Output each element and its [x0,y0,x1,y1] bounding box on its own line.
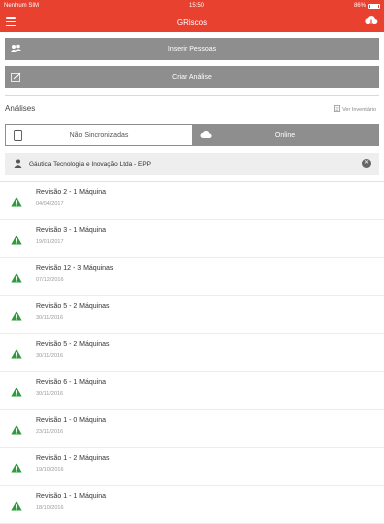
sync-filter-segmented: Não Sincronizadas Online [5,124,379,146]
analysis-title: Revisão 2 - 1 Máquina [36,189,107,196]
inventory-label: Ver Inventário [342,106,376,113]
cloud-sync-icon[interactable] [364,15,378,29]
clock-label: 15:50 [188,3,204,9]
section-title: Análises [5,104,36,113]
warning-icon [11,308,22,326]
warning-icon [11,460,22,478]
list-item[interactable]: Revisão 12 - 3 Máquinas 07/12/2016 [0,258,384,296]
tablet-icon [14,130,22,143]
analysis-title: Revisão 1 - 2 Máquinas [36,455,110,462]
tab-online[interactable]: Online [192,125,378,145]
warning-icon [11,384,22,402]
battery-icon [367,3,380,9]
warning-icon [11,346,22,364]
nav-bar: GRiscos [0,12,384,32]
analysis-title: Revisão 1 - 0 Máquina [36,417,107,424]
user-icon [14,159,22,170]
app-title: GRiscos [176,17,208,27]
status-bar: Nenhum SIM 15:50 86% [0,0,384,12]
menu-icon[interactable] [6,17,16,26]
warning-icon [11,422,22,440]
analysis-title: Revisão 3 - 1 Máquina [36,227,107,234]
company-name: Gáutica Tecnologia e Inovação Ltda - EPP [29,160,152,168]
warning-icon [11,194,22,212]
inventory-icon [334,105,341,114]
company-selector[interactable]: Gáutica Tecnologia e Inovação Ltda - EPP… [5,153,379,175]
view-inventory-link[interactable]: Ver Inventário [334,105,376,114]
battery-status: 86% [354,3,380,9]
list-item[interactable]: Revisão 1 - 0 Máquina 23/11/2016 [0,410,384,448]
tab-not-synced-label: Não Sincronizadas [69,131,129,139]
analysis-date: 30/11/2016 [36,353,64,359]
analysis-date: 19/01/2017 [36,239,64,245]
clear-company-icon[interactable]: ✕ [362,159,371,168]
list-item[interactable]: Revisão 5 - 2 Máquinas 30/11/2016 [0,296,384,334]
carrier-label: Nenhum SIM [4,3,40,9]
warning-icon [11,498,22,516]
analysis-title: Revisão 1 - 1 Máquina [36,493,107,500]
people-icon [11,44,21,55]
list-item[interactable]: Revisão 5 - 2 Máquinas 30/11/2016 [0,334,384,372]
tab-online-label: Online [274,131,296,139]
analysis-date: 19/10/2016 [36,467,64,473]
insert-people-label: Inserir Pessoas [167,45,217,53]
analysis-date: 30/11/2016 [36,391,64,397]
battery-label: 86% [353,3,366,9]
warning-icon [11,270,22,288]
list-item[interactable]: Revisão 2 - 1 Máquina 04/04/2017 [0,182,384,220]
warning-icon [11,232,22,250]
analysis-date: 04/04/2017 [36,201,64,207]
cloud-icon [200,130,212,141]
analysis-title: Revisão 5 - 2 Máquinas [36,303,110,310]
list-item[interactable]: Revisão 1 - 2 Máquinas 19/10/2016 [0,448,384,486]
create-analysis-button[interactable]: Criar Análise [5,66,379,88]
tab-not-synced[interactable]: Não Sincronizadas [6,125,192,145]
edit-icon [11,72,21,84]
analysis-date: 18/10/2016 [36,505,64,511]
analysis-date: 23/11/2016 [36,429,64,435]
list-item[interactable]: Revisão 6 - 1 Máquina 30/11/2016 [0,372,384,410]
divider [5,95,379,96]
analysis-title: Revisão 12 - 3 Máquinas [36,265,114,272]
insert-people-button[interactable]: Inserir Pessoas [5,38,379,60]
list-item[interactable]: Revisão 3 - 1 Máquina 19/01/2017 [0,220,384,258]
analysis-date: 30/11/2016 [36,315,64,321]
create-analysis-label: Criar Análise [172,73,212,81]
analysis-date: 07/12/2016 [36,277,64,283]
list-item[interactable]: Revisão 1 - 1 Máquina 18/10/2016 [0,486,384,524]
analysis-title: Revisão 6 - 1 Máquina [36,379,107,386]
analysis-title: Revisão 5 - 2 Máquinas [36,341,110,348]
